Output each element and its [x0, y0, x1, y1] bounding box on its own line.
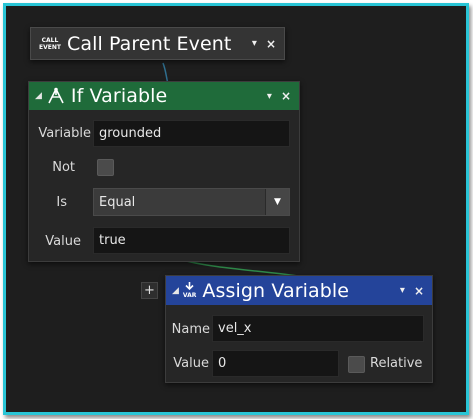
- branch-icon: [46, 87, 66, 105]
- assign-variable-node[interactable]: ◢ VAR Assign Variable ▾ × Name vel_x Val…: [165, 275, 433, 383]
- relative-checkbox[interactable]: [348, 356, 365, 373]
- if-variable-header[interactable]: ◢ If Variable ▾ ×: [29, 82, 299, 110]
- variable-name-field[interactable]: vel_x: [212, 315, 424, 342]
- if-variable-node[interactable]: ◢ If Variable ▾ × Variable grounded Not: [28, 81, 300, 262]
- node-close-button[interactable]: ×: [281, 89, 291, 103]
- value-field[interactable]: 0: [212, 350, 339, 377]
- value-label: Value: [45, 234, 81, 249]
- var-download-icon: VAR: [183, 282, 196, 299]
- node-menu-button[interactable]: ▾: [400, 285, 405, 296]
- not-checkbox[interactable]: [97, 159, 114, 176]
- call-parent-event-header[interactable]: CALL EVENT Call Parent Event ▾ ×: [31, 28, 284, 59]
- node-title: Call Parent Event: [66, 32, 232, 55]
- call-event-icon: CALL EVENT: [39, 36, 61, 51]
- name-label: Name: [171, 322, 210, 337]
- add-action-button[interactable]: +: [141, 282, 158, 299]
- call-parent-event-node[interactable]: CALL EVENT Call Parent Event ▾ ×: [30, 27, 285, 60]
- value-field[interactable]: true: [93, 227, 290, 254]
- comparison-select-value: Equal: [99, 194, 136, 210]
- not-label: Not: [52, 160, 75, 175]
- node-graph-canvas[interactable]: CALL EVENT Call Parent Event ▾ × ◢ If Va…: [6, 6, 466, 412]
- node-close-button[interactable]: ×: [414, 284, 424, 298]
- is-label: Is: [56, 195, 67, 210]
- node-title: Assign Variable: [202, 279, 350, 302]
- variable-name-field[interactable]: grounded: [93, 120, 290, 147]
- node-close-button[interactable]: ×: [266, 37, 276, 51]
- assign-variable-header[interactable]: ◢ VAR Assign Variable ▾ ×: [166, 276, 432, 305]
- relative-label: Relative: [370, 356, 423, 371]
- collapse-toggle[interactable]: ◢: [35, 91, 42, 101]
- variable-label: Variable: [38, 126, 91, 141]
- editor-frame: CALL EVENT Call Parent Event ▾ × ◢ If Va…: [3, 3, 469, 415]
- collapse-toggle[interactable]: ◢: [172, 286, 179, 296]
- comparison-select[interactable]: Equal ▼: [93, 188, 290, 216]
- node-menu-button[interactable]: ▾: [267, 91, 272, 102]
- node-title: If Variable: [70, 85, 168, 107]
- dropdown-arrow-icon[interactable]: ▼: [265, 189, 289, 215]
- node-menu-button[interactable]: ▾: [252, 38, 257, 49]
- value-label: Value: [173, 356, 209, 371]
